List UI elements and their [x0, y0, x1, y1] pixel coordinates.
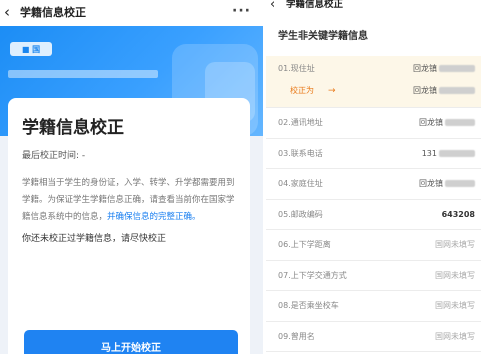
- row-label: 03.联系电话: [278, 148, 323, 158]
- more-menu-icon[interactable]: ···: [232, 0, 251, 22]
- correction-line: 校正为 → 回龙镇: [266, 80, 481, 102]
- back-arrow-icon[interactable]: ‹: [270, 0, 275, 14]
- right-screen: ‹ 学籍信息校正 学生非关键学籍信息 01.现住址 回龙镇 校正为 → 回龙镇 …: [266, 0, 481, 354]
- row-label: 05.邮政编码: [278, 209, 323, 219]
- row-label: 04.家庭住址: [278, 179, 323, 188]
- hero-subtitle-blurred: [8, 70, 158, 78]
- row-label: 07.上下学交通方式: [278, 270, 347, 280]
- right-nav-bar: ‹ 学籍信息校正: [266, 0, 481, 14]
- page-title: 学籍信息校正: [286, 0, 344, 10]
- info-row-home-address[interactable]: 04.家庭住址 回龙镇: [266, 169, 481, 200]
- not-corrected-warning: 你还未校正过学籍信息，请尽快校正: [22, 234, 167, 244]
- row-value: 国网未填写: [435, 331, 475, 341]
- row-value: 国网未填写: [435, 240, 475, 249]
- info-row-phone[interactable]: 03.联系电话 131: [266, 138, 481, 169]
- correction-card: 学籍信息校正 最后校正时间: - 学籍相当于学生的身份证，入学、转学、升学都需要…: [8, 98, 250, 354]
- row-label: 09.曾用名: [278, 331, 315, 341]
- row-label: 06.上下学距离: [278, 240, 331, 249]
- hero-logo: ■ 国: [10, 42, 52, 56]
- row-label: 02.通讯地址: [278, 118, 323, 127]
- redacted-value: [439, 65, 475, 72]
- correction-value: 回龙镇: [413, 80, 475, 102]
- card-description: 学籍相当于学生的身份证，入学、转学、升学都需要用到学籍。为保证学生学籍信息正确，…: [22, 175, 236, 226]
- row-value: 回龙镇: [413, 56, 475, 82]
- redacted-value: [445, 119, 475, 126]
- row-value: 国网未填写: [435, 270, 475, 280]
- left-screen: ‹ 学籍信息校正 ··· ■ 国 学籍信息校正 最后校正时间: - 学籍相当于学…: [0, 0, 263, 354]
- section-title: 学生非关键学籍信息: [278, 31, 368, 42]
- info-row-school-bus[interactable]: 08.是否乘坐校车 国网未填写: [266, 291, 481, 322]
- correction-label: 校正为: [290, 86, 314, 95]
- description-link[interactable]: 并确保信息的完整正确。: [107, 212, 201, 222]
- info-row-mailing-address[interactable]: 02.通讯地址 回龙镇: [266, 108, 481, 139]
- back-arrow-icon[interactable]: ‹: [4, 2, 18, 22]
- info-list: 01.现住址 回龙镇 校正为 → 回龙镇 02.通讯地址 回龙镇 03.联系电话…: [266, 56, 481, 352]
- page-title: 学籍信息校正: [20, 6, 86, 19]
- row-value: 回龙镇: [419, 169, 475, 199]
- row-value: 643208: [441, 209, 475, 219]
- left-nav-bar: ‹ 学籍信息校正 ···: [0, 0, 263, 26]
- info-row-current-address[interactable]: 01.现住址 回龙镇 校正为 → 回龙镇: [266, 56, 481, 108]
- arrow-right-icon: →: [328, 86, 336, 96]
- redacted-value: [445, 180, 475, 187]
- info-row-postal-code[interactable]: 05.邮政编码 643208: [266, 199, 481, 230]
- info-row-commute-mode[interactable]: 07.上下学交通方式 国网未填写: [266, 260, 481, 291]
- card-title: 学籍信息校正: [22, 118, 124, 138]
- info-row-former-name[interactable]: 09.曾用名 国网未填写: [266, 321, 481, 352]
- info-row-commute-distance[interactable]: 06.上下学距离 国网未填写: [266, 230, 481, 261]
- row-label: 01.现住址: [278, 64, 315, 73]
- hero-logo-text: ■ 国: [21, 44, 41, 54]
- row-value: 131: [422, 139, 475, 169]
- last-check-time: 最后校正时间: -: [22, 151, 86, 161]
- start-correction-button[interactable]: 马上开始校正: [24, 330, 238, 354]
- redacted-value: [439, 87, 475, 94]
- row-value: 国网未填写: [435, 301, 475, 310]
- row-label: 08.是否乘坐校车: [278, 301, 339, 310]
- row-value: 回龙镇: [419, 108, 475, 138]
- redacted-value: [439, 149, 475, 157]
